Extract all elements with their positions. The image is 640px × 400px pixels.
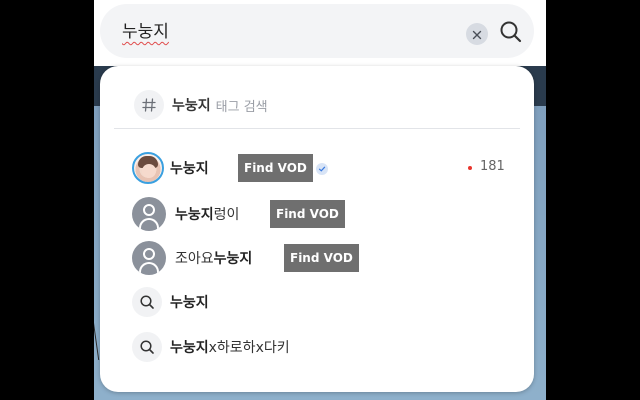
hash-icon xyxy=(134,90,164,120)
keyword-text: 누눙지x하로하x다키 xyxy=(170,340,290,356)
tag-keyword: 누눙지 xyxy=(172,98,211,114)
streamer-result-item[interactable]: 조아요누눙지 Find VOD xyxy=(132,240,512,276)
keyword-text: 누눙지 xyxy=(170,295,209,311)
tag-search-label: 태그 검색 xyxy=(215,99,268,115)
search-bar: 누눙지 xyxy=(100,4,534,58)
search-suggestions-dropdown: 누눙지 태그 검색 누눙지 Find VOD 181 누눙지렁이 Find VO… xyxy=(100,66,534,392)
streamer-result-item[interactable]: 누눙지렁이 Find VOD xyxy=(132,196,512,232)
streamer-name: 조아요누눙지 xyxy=(175,251,253,267)
find-vod-button[interactable]: Find VOD xyxy=(270,200,345,228)
default-user-icon xyxy=(132,197,166,231)
search-input[interactable]: 누눙지 xyxy=(122,21,169,43)
clear-search-button[interactable] xyxy=(466,23,488,45)
app-frame: 누눙지 누눙지 태그 검색 누눙지 Find VOD 181 누눙지렁이 Fin… xyxy=(94,0,546,400)
default-user-icon xyxy=(132,241,166,275)
search-icon xyxy=(132,332,162,362)
verified-icon xyxy=(316,163,328,175)
divider xyxy=(114,128,520,129)
find-vod-button[interactable]: Find VOD xyxy=(238,154,313,182)
find-vod-button[interactable]: Find VOD xyxy=(284,244,359,272)
streamer-name: 누눙지렁이 xyxy=(175,207,240,223)
keyword-suggestion-item[interactable]: 누눙지x하로하x다키 xyxy=(132,329,512,365)
streamer-result-item[interactable]: 누눙지 Find VOD 181 xyxy=(132,150,512,186)
streamer-name: 누눙지 xyxy=(170,161,209,177)
live-indicator-dot xyxy=(468,166,472,170)
viewer-count: 181 xyxy=(480,159,505,174)
close-icon xyxy=(472,25,482,44)
search-submit-button[interactable] xyxy=(498,21,524,47)
search-icon xyxy=(132,287,162,317)
tag-search-item[interactable]: 누눙지 태그 검색 xyxy=(134,90,268,120)
search-icon xyxy=(499,20,523,48)
streamer-avatar xyxy=(132,152,164,184)
keyword-suggestion-item[interactable]: 누눙지 xyxy=(132,284,512,320)
